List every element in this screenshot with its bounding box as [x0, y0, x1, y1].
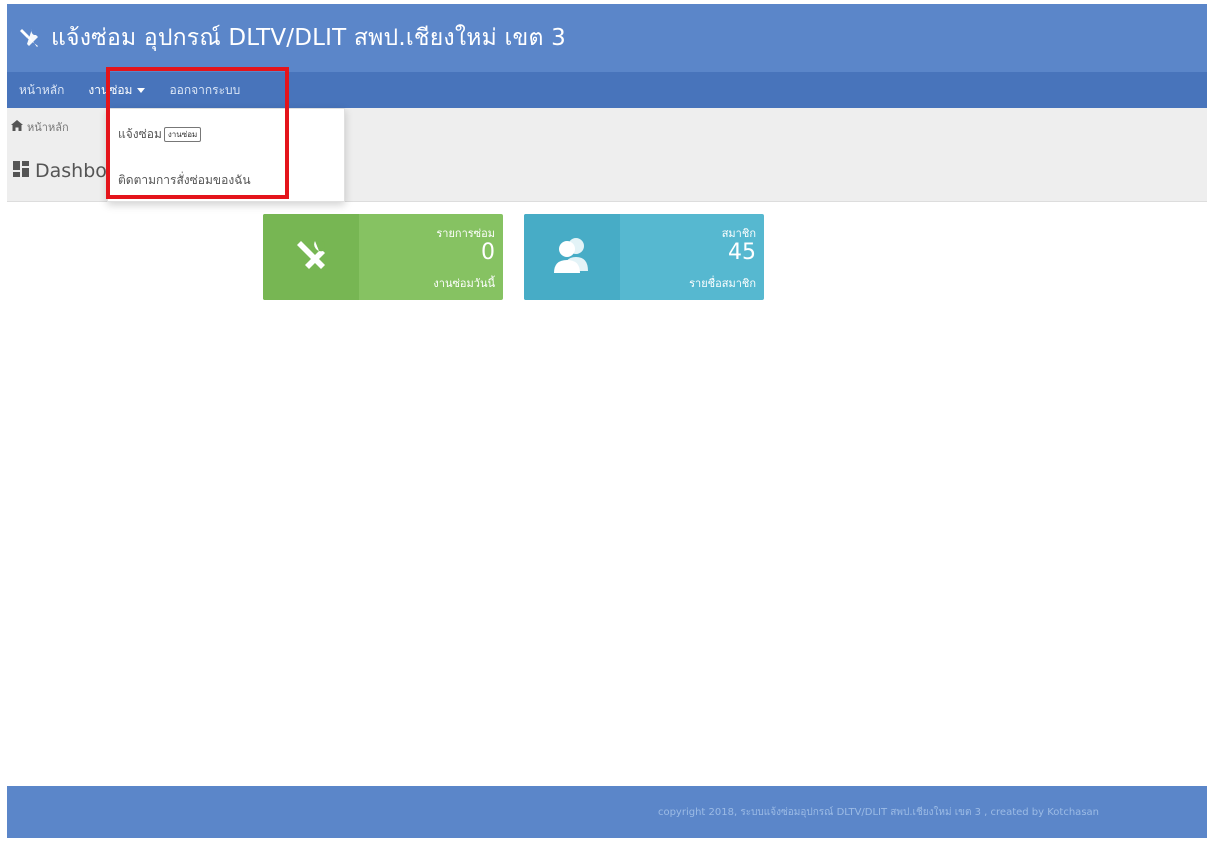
- repairs-card-icon-panel: [263, 214, 359, 300]
- tools-icon: [17, 25, 43, 51]
- app-title: แจ้งซ่อม อุปกรณ์ DLTV/DLIT สพป.เชียงใหม่…: [51, 25, 566, 51]
- nav-item-repairs-label: งานซ่อม: [88, 82, 133, 97]
- menu-item-report-repair-label: แจ้งซ่อม: [118, 127, 162, 141]
- repairs-card-value: 0: [481, 240, 495, 265]
- breadcrumb-home-link[interactable]: หน้าหลัก: [27, 118, 69, 136]
- members-card-subtitle: รายชื่อสมาชิก: [689, 277, 756, 290]
- users-icon: [550, 235, 594, 279]
- repairs-card-info: รายการซ่อม 0 งานซ่อมวันนี้: [359, 214, 503, 300]
- home-icon: [11, 120, 23, 134]
- menu-item-track-my-repairs[interactable]: ติดตามการสั่งซ่อมของฉัน: [118, 171, 251, 190]
- menu-item-report-repair[interactable]: แจ้งซ่อม งานซ่อม: [118, 125, 202, 144]
- dashboard-icon: [13, 160, 29, 182]
- breadcrumb: หน้าหลัก: [11, 118, 69, 136]
- repairs-card-subtitle: งานซ่อมวันนี้: [433, 277, 495, 290]
- caret-down-icon: [137, 87, 146, 93]
- main-navbar: หน้าหลัก งานซ่อม ออกจากระบบ: [7, 72, 1207, 108]
- nav-item-logout[interactable]: ออกจากระบบ: [169, 72, 240, 108]
- tooltip: งานซ่อม: [163, 127, 202, 142]
- members-card-value: 45: [728, 240, 756, 265]
- app-window: แจ้งซ่อม อุปกรณ์ DLTV/DLIT สพป.เชียงใหม่…: [7, 4, 1207, 838]
- footer: copyright 2018, ระบบแจ้งซ่อมอุปกรณ์ DLTV…: [7, 786, 1207, 838]
- nav-item-home[interactable]: หน้าหลัก: [19, 72, 64, 108]
- footer-copyright: copyright 2018, ระบบแจ้งซ่อมอุปกรณ์ DLTV…: [657, 806, 1099, 818]
- app-header: แจ้งซ่อม อุปกรณ์ DLTV/DLIT สพป.เชียงใหม่…: [7, 4, 1207, 72]
- repairs-stat-card[interactable]: รายการซ่อม 0 งานซ่อมวันนี้: [263, 214, 503, 300]
- nav-item-repairs[interactable]: งานซ่อม: [88, 72, 146, 108]
- tools-icon: [291, 235, 331, 279]
- members-stat-card[interactable]: สมาชิก 45 รายชื่อสมาชิก: [524, 214, 764, 300]
- members-card-info: สมาชิก 45 รายชื่อสมาชิก: [620, 214, 764, 300]
- repairs-dropdown-menu: แจ้งซ่อม งานซ่อม ติดตามการสั่งซ่อมของฉัน: [107, 108, 345, 202]
- members-card-icon-panel: [524, 214, 620, 300]
